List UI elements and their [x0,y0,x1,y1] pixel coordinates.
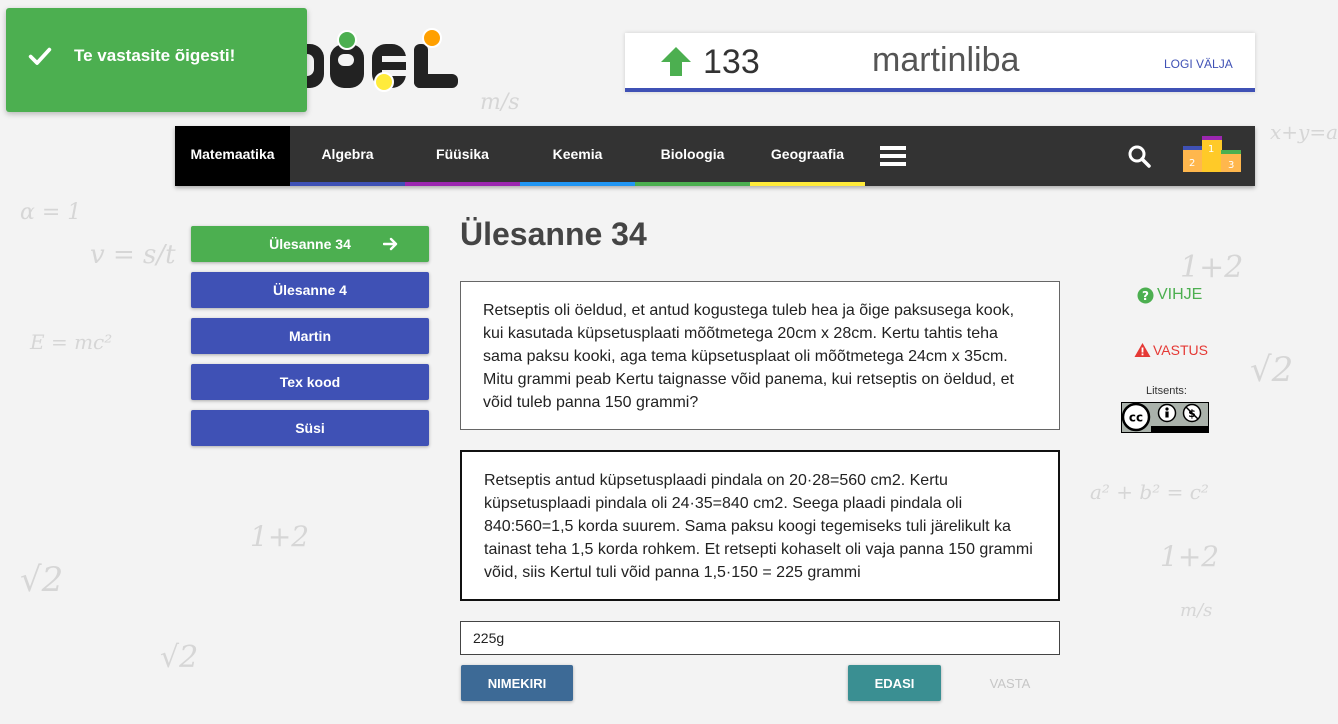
user-panel: 133 martinliba LOGI VÄLJA [625,33,1255,92]
sidebar-item-label: Ülesanne 4 [273,282,347,298]
nav-item-bioloogia[interactable]: Bioloogia [635,126,750,186]
svg-text:1: 1 [1208,144,1214,155]
svg-text:2: 2 [1189,158,1195,169]
toast-message: Te vastasite õigesti! [74,46,236,65]
main-nav: Matemaatika Algebra Füüsika Keemia Biolo… [175,126,1255,186]
sidebar-item-label: Süsi [295,420,325,436]
nav-item-keemia[interactable]: Keemia [520,126,635,186]
sidebar-item-martin[interactable]: Martin [191,318,429,354]
nav-item-geograafia[interactable]: Geograafia [750,126,865,186]
search-icon[interactable] [1127,144,1151,168]
sidebar-item-ulesanne-34[interactable]: Ülesanne 34 [191,226,429,262]
checkmark-icon [28,47,52,65]
hamburger-icon [880,146,906,166]
answer-label: VASTUS [1153,342,1208,358]
nav-item-matemaatika[interactable]: Matemaatika [175,126,290,186]
nav-item-fuusika[interactable]: Füüsika [405,126,520,186]
hint-label: VIHJE [1157,286,1203,303]
username[interactable]: martinliba [872,41,1019,80]
sidebar-item-label: Ülesanne 34 [269,236,351,252]
sidebar-item-label: Martin [289,328,331,344]
question-circle-icon: ? [1137,287,1154,303]
sidebar-item-susi[interactable]: Süsi [191,410,429,446]
bg-doodle: √2 [1250,350,1294,390]
podium-icon[interactable]: 2 1 3 [1183,136,1241,172]
cc-by-nc-license-icon[interactable]: cc $ [1121,402,1209,433]
menu-button[interactable] [865,126,921,186]
list-button[interactable]: NIMEKIRI [461,665,573,701]
page-title: Ülesanne 34 [460,216,647,252]
bg-doodle: √2 [20,560,64,600]
bg-doodle: x+y=a²b [1270,120,1338,144]
license-label: Litsents: [1146,385,1187,397]
bg-doodle: m/s [480,90,520,115]
svg-text:cc: cc [1129,411,1143,425]
bg-doodle: v = s/t [90,240,176,270]
solution-card: Retseptis antud küpsetusplaadi pindala o… [460,450,1060,601]
submit-button[interactable]: VASTA [980,665,1040,701]
warning-icon [1134,343,1151,357]
show-answer-link[interactable]: VASTUS [1134,342,1208,358]
arrow-right-icon [383,237,398,251]
bg-doodle: 1+2 [250,520,310,553]
user-score: 133 [703,43,760,81]
bg-doodle: m/s [1180,600,1213,621]
question-card: Retseptis oli öeldud, et antud kogustega… [460,281,1060,430]
sidebar-item-tex-kood[interactable]: Tex kood [191,364,429,400]
svg-text:?: ? [1142,289,1149,303]
sidebar-item-label: Tex kood [279,374,341,390]
site-logo [290,28,458,92]
sidebar-item-ulesanne-4[interactable]: Ülesanne 4 [191,272,429,308]
hint-link[interactable]: ? VIHJE [1137,286,1202,304]
bg-doodle: α = 1 [20,200,82,225]
bg-doodle: a² + b² = c² [1090,480,1209,504]
nav-item-algebra[interactable]: Algebra [290,126,405,186]
bg-doodle: E = mc² [30,330,113,354]
bg-doodle: √2 [160,640,199,675]
svg-text:3: 3 [1228,160,1234,171]
next-button[interactable]: EDASI [848,665,941,701]
logout-link[interactable]: LOGI VÄLJA [1164,57,1233,71]
bg-doodle: 1+2 [1160,540,1220,573]
arrow-up-icon [661,47,691,76]
success-toast: Te vastasite õigesti! [6,8,307,112]
answer-input[interactable] [460,621,1060,655]
bg-doodle: 1+2 [1180,250,1244,285]
